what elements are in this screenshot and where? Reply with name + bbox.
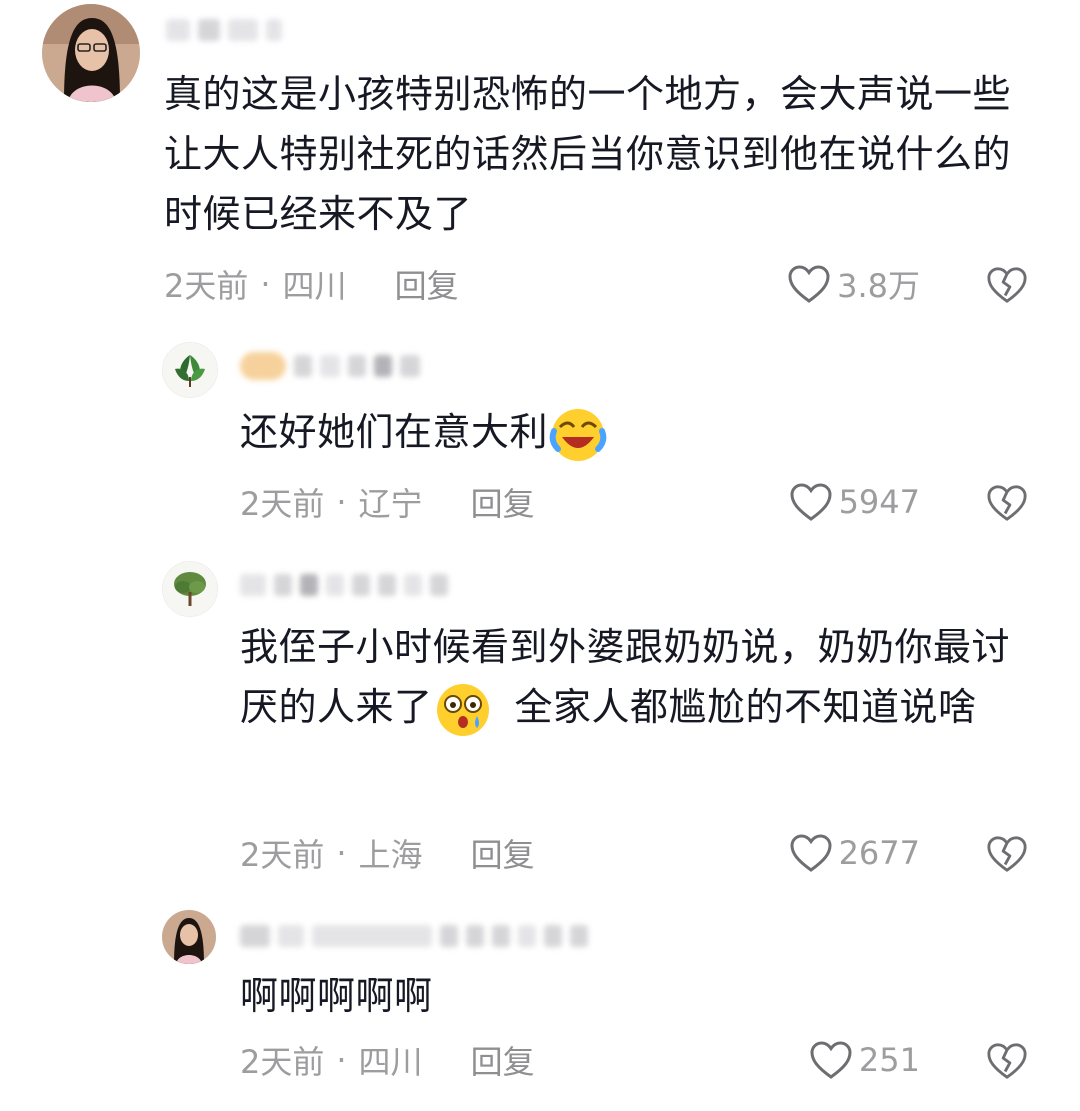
comment-meta: 2天前 · 四川 回复: [164, 262, 459, 306]
comment-time: 2天前: [164, 267, 249, 305]
username-obscured[interactable]: [240, 920, 588, 952]
avatar[interactable]: [162, 561, 218, 617]
comment-text: 还好她们在意大利: [240, 410, 549, 454]
like-count: 3.8万: [837, 267, 920, 305]
comment-meta: 2天前 · 四川 回复: [240, 1038, 535, 1082]
broken-heart-icon[interactable]: [986, 1040, 1028, 1082]
comment-time: 2天前: [240, 1043, 325, 1081]
meta-separator: ·: [336, 834, 347, 872]
comment-location: 辽宁: [358, 485, 423, 523]
heart-icon: [810, 1041, 852, 1079]
comment-time: 2天前: [240, 485, 325, 523]
comment-3: 我侄子小时候看到外婆跟奶奶说，奶奶你最讨厌的人来了 全家人都尴尬的不知道说啥 2天…: [0, 555, 1080, 895]
username-obscured[interactable]: [240, 569, 448, 601]
like-count: 251: [858, 1041, 920, 1079]
reply-button[interactable]: 回复: [471, 479, 535, 525]
like-button[interactable]: 3.8万: [787, 262, 920, 306]
comment-location: 四川: [358, 1043, 423, 1081]
comment-4: 啊啊啊啊啊 2天前 · 四川 回复 251: [0, 900, 1080, 1105]
heart-icon: [790, 483, 832, 521]
comment-time: 2天前: [240, 836, 325, 874]
comment-2: 还好她们在意大利 2天前 · 辽宁 回复 5947: [0, 330, 1080, 540]
avatar[interactable]: [42, 4, 140, 102]
heart-icon: [788, 265, 830, 303]
comment-text: 真的这是小孩特别恐怖的一个地方，会大声说一些让大人特别社死的话然后当你意识到他在…: [164, 72, 1012, 236]
laughing-crying-emoji: [549, 408, 607, 461]
like-button[interactable]: 5947: [789, 480, 920, 524]
username-obscured[interactable]: [240, 350, 420, 382]
comment-1: 真的这是小孩特别恐怖的一个地方，会大声说一些让大人特别社死的话然后当你意识到他在…: [0, 0, 1080, 320]
comment-text-part-b: 全家人都尴尬的不知道说啥: [514, 685, 977, 729]
like-count: 5947: [838, 483, 920, 521]
like-count: 2677: [838, 834, 920, 872]
username-obscured[interactable]: [166, 14, 282, 46]
reply-button[interactable]: 回复: [471, 830, 535, 876]
reply-button[interactable]: 回复: [395, 261, 459, 307]
shocked-emoji: [436, 683, 489, 736]
meta-separator: ·: [336, 483, 347, 521]
comment-meta: 2天前 · 上海 回复: [240, 831, 535, 875]
comment-text-line: 还好她们在意大利: [240, 402, 608, 465]
heart-icon: [790, 834, 832, 872]
avatar[interactable]: [162, 342, 218, 398]
avatar[interactable]: [162, 910, 216, 964]
meta-separator: ·: [260, 265, 271, 303]
reply-button[interactable]: 回复: [471, 1037, 535, 1083]
comment-meta: 2天前 · 辽宁 回复: [240, 480, 535, 524]
comment-text-block: 我侄子小时候看到外婆跟奶奶说，奶奶你最讨厌的人来了 全家人都尴尬的不知道说啥: [240, 617, 1030, 740]
like-button[interactable]: 251: [809, 1038, 920, 1082]
broken-heart-icon[interactable]: [986, 833, 1028, 875]
broken-heart-icon[interactable]: [986, 264, 1028, 306]
broken-heart-icon[interactable]: [986, 482, 1028, 524]
comment-location: 四川: [282, 267, 347, 305]
comment-location: 上海: [358, 836, 423, 874]
comment-text: 啊啊啊啊啊: [240, 974, 433, 1018]
meta-separator: ·: [336, 1041, 347, 1079]
like-button[interactable]: 2677: [789, 831, 920, 875]
